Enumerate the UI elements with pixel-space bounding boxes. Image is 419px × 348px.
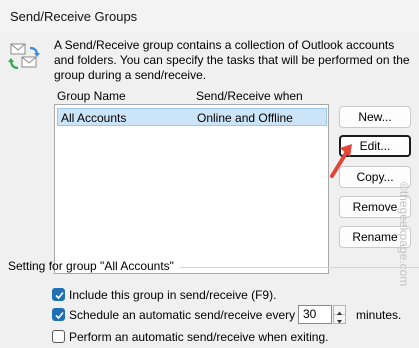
send-receive-icon xyxy=(8,40,42,74)
watermark: ©thegeekpage.com xyxy=(394,180,414,310)
window-title: Send/Receive Groups xyxy=(10,9,138,24)
spin-up-icon[interactable] xyxy=(334,306,345,315)
groups-list[interactable]: All Accounts Online and Offline xyxy=(54,104,329,274)
column-header-send-receive-when[interactable]: Send/Receive when xyxy=(196,89,303,103)
schedule-minutes-input[interactable]: 30 xyxy=(298,305,332,324)
new-button[interactable]: New... xyxy=(339,106,411,128)
schedule-label: Schedule an automatic send/receive every xyxy=(69,308,296,322)
schedule-checkbox[interactable] xyxy=(52,308,65,321)
exit-checkbox[interactable] xyxy=(52,330,65,343)
dialog-description: A Send/Receive group contains a collecti… xyxy=(54,38,410,82)
send-receive-when-cell: Online and Offline xyxy=(197,111,293,125)
include-group-checkbox[interactable] xyxy=(52,288,65,301)
column-header-group-name[interactable]: Group Name xyxy=(57,89,126,103)
arrow-annotation-icon xyxy=(328,140,354,183)
include-group-label: Include this group in send/receive (F9). xyxy=(69,288,277,302)
minutes-spinner[interactable] xyxy=(333,305,346,324)
watermark-text: ©thegeekpage.com xyxy=(397,182,411,287)
checkmark-icon xyxy=(55,311,64,320)
group-settings-title: Setting for group "All Accounts" xyxy=(8,259,174,273)
group-name-cell: All Accounts xyxy=(61,111,127,125)
minutes-label: minutes. xyxy=(356,308,402,322)
exit-label: Perform an automatic send/receive when e… xyxy=(69,330,329,344)
group-divider xyxy=(180,267,419,268)
checkmark-icon xyxy=(55,291,64,300)
spin-down-icon[interactable] xyxy=(334,315,345,324)
list-item[interactable]: All Accounts Online and Offline xyxy=(57,108,327,126)
title-bar: Send/Receive Groups xyxy=(0,0,419,33)
